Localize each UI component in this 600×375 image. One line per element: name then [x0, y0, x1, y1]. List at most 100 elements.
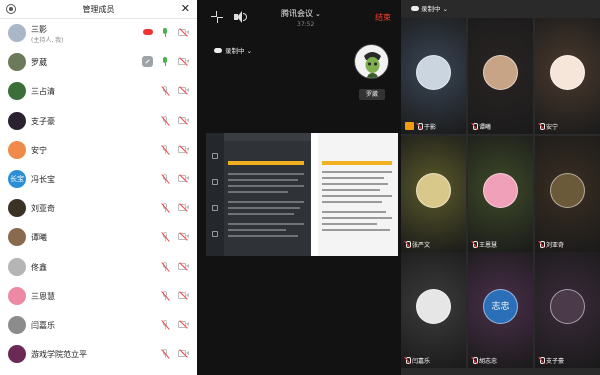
member-list: 三影 (主持人, 我) 罗葳 三占清 支子豪 安宁 长宝 冯长宝 刘亚奇谭曦佟鑫三恩慧 闫嘉乐 游戏… — [0, 19, 197, 369]
mic-on-icon[interactable] — [162, 28, 168, 37]
video-tile[interactable]: 张严文 — [401, 136, 466, 252]
member-row[interactable]: 谭曦 — [0, 223, 197, 252]
member-row[interactable]: 支子豪 — [0, 107, 197, 136]
mic-muted-icon[interactable] — [161, 115, 170, 126]
member-row[interactable]: 长宝 冯长宝 — [0, 165, 197, 194]
video-tile[interactable]: 刘亚奇 — [535, 136, 600, 252]
camera-off-icon[interactable] — [178, 320, 189, 329]
member-name: 佟鑫 — [31, 262, 47, 272]
mic-muted-icon — [472, 123, 478, 130]
member-panel-title: 管理成员 — [82, 5, 115, 14]
camera-off-icon[interactable] — [178, 261, 189, 271]
document-text-line — [228, 235, 298, 237]
document-text-line — [228, 191, 288, 193]
member-row[interactable]: 游戏学院范立平 — [0, 340, 197, 369]
minimize-icon[interactable] — [211, 11, 223, 23]
avatar — [8, 82, 26, 101]
participant-name: 于影 — [424, 124, 437, 131]
document-text-line — [322, 171, 392, 173]
mic-muted-icon — [405, 357, 411, 364]
mic-muted-icon[interactable] — [161, 349, 170, 359]
document-text-line — [322, 217, 392, 219]
screen-share-view[interactable] — [206, 133, 398, 256]
video-tile[interactable]: 志忠 胡志忠 — [468, 252, 533, 368]
shared-document-dark — [206, 133, 311, 256]
participant-name: 闫嘉乐 — [412, 358, 431, 365]
recording-status[interactable]: 录制中 ⌄ — [411, 3, 448, 13]
page-indicator[interactable] — [491, 366, 511, 375]
recording-label: 录制中 — [421, 5, 441, 13]
document-text-line — [322, 177, 384, 179]
member-row[interactable]: 罗葳 — [0, 48, 197, 77]
mic-muted-icon[interactable] — [161, 290, 170, 301]
participant-name: 张严文 — [412, 242, 431, 249]
camera-off-icon[interactable] — [178, 57, 189, 66]
meeting-topbar: 腾讯会议 ⌄ 37:52 结束 — [197, 0, 401, 34]
edit-icon[interactable] — [142, 56, 153, 68]
participant-label: 张严文 — [405, 240, 430, 249]
member-role: (主持人, 我) — [31, 37, 64, 44]
mic-muted-icon[interactable] — [161, 144, 170, 155]
camera-off-icon[interactable] — [178, 203, 189, 212]
camera-off-icon[interactable] — [178, 349, 189, 358]
member-row[interactable]: 三恩慧 — [0, 282, 197, 311]
mic-muted-icon[interactable] — [161, 261, 170, 272]
recording-status[interactable]: 录制中 ⌄ — [214, 45, 252, 55]
cloud-record-icon[interactable] — [143, 29, 153, 35]
participant-name: 胡志忠 — [479, 358, 498, 365]
speaker-icon[interactable] — [234, 11, 247, 23]
camera-off-icon[interactable] — [178, 115, 189, 125]
active-speaker-card[interactable]: 罗葳 — [354, 44, 389, 100]
mic-on-icon[interactable] — [162, 57, 168, 67]
chevron-down-icon: ⌄ — [246, 47, 253, 55]
cloud-record-icon — [214, 48, 222, 53]
member-row[interactable]: 安宁 — [0, 136, 197, 165]
participant-name: 安宁 — [546, 124, 559, 131]
end-meeting-button[interactable]: 结束 — [375, 12, 391, 23]
host-badge-icon — [405, 122, 414, 130]
participant-name: 支子豪 — [546, 358, 565, 365]
mic-muted-icon[interactable] — [161, 203, 170, 214]
member-row[interactable]: 三占清 — [0, 77, 197, 106]
participant-avatar — [483, 55, 518, 90]
video-grid-panel: 录制中 ⌄ 于影 谭曦安宁张严文 王恩慧 刘亚奇闫嘉乐 志忠 胡志忠支子豪 — [401, 0, 600, 375]
participant-name: 刘亚奇 — [546, 242, 565, 249]
chevron-down-icon: ⌄ — [442, 5, 449, 13]
video-tile[interactable]: 闫嘉乐 — [401, 252, 466, 368]
video-tile[interactable]: 支子豪 — [535, 252, 600, 368]
document-highlight — [322, 161, 392, 165]
camera-off-icon[interactable] — [178, 86, 189, 96]
meeting-title[interactable]: 腾讯会议 ⌄ — [281, 8, 321, 19]
camera-off-icon[interactable] — [178, 174, 189, 183]
participant-label: 于影 — [417, 122, 436, 131]
member-row[interactable]: 闫嘉乐 — [0, 311, 197, 340]
camera-off-icon[interactable] — [178, 28, 189, 37]
participant-avatar — [483, 173, 518, 208]
participant-label: 刘亚奇 — [539, 240, 564, 249]
member-row[interactable]: 佟鑫 — [0, 253, 197, 282]
member-row[interactable]: 刘亚奇 — [0, 194, 197, 223]
mic-muted-icon[interactable] — [161, 232, 170, 243]
mic-muted-icon[interactable] — [161, 86, 170, 97]
avatar — [8, 315, 26, 334]
mic-muted-icon[interactable] — [161, 319, 170, 330]
camera-off-icon[interactable] — [178, 145, 189, 154]
member-row[interactable]: 三影 (主持人, 我) — [0, 19, 197, 48]
close-icon[interactable]: ✕ — [181, 2, 190, 16]
document-text-line — [228, 185, 304, 187]
document-text-line — [228, 223, 304, 225]
video-tile[interactable]: 王恩慧 — [468, 136, 533, 252]
camera-off-icon[interactable] — [178, 290, 189, 300]
mic-muted-icon[interactable] — [161, 173, 170, 184]
avatar — [8, 199, 26, 218]
mic-muted-icon — [539, 123, 545, 130]
mic-muted-icon — [405, 241, 411, 248]
video-tile[interactable]: 于影 — [401, 18, 466, 134]
video-tile[interactable]: 谭曦 — [468, 18, 533, 134]
video-tile[interactable]: 安宁 — [535, 18, 600, 134]
camera-off-icon[interactable] — [178, 232, 189, 242]
member-panel: 管理成员 ✕ 三影 (主持人, 我) 罗葳 三占清 支子豪 安宁 长宝 冯长宝 刘亚奇 谭曦 佟鑫三… — [0, 0, 197, 375]
chevron-down-icon: ⌄ — [315, 10, 321, 18]
participant-label: 王恩慧 — [472, 240, 497, 249]
member-name: 谭曦 — [31, 233, 47, 243]
